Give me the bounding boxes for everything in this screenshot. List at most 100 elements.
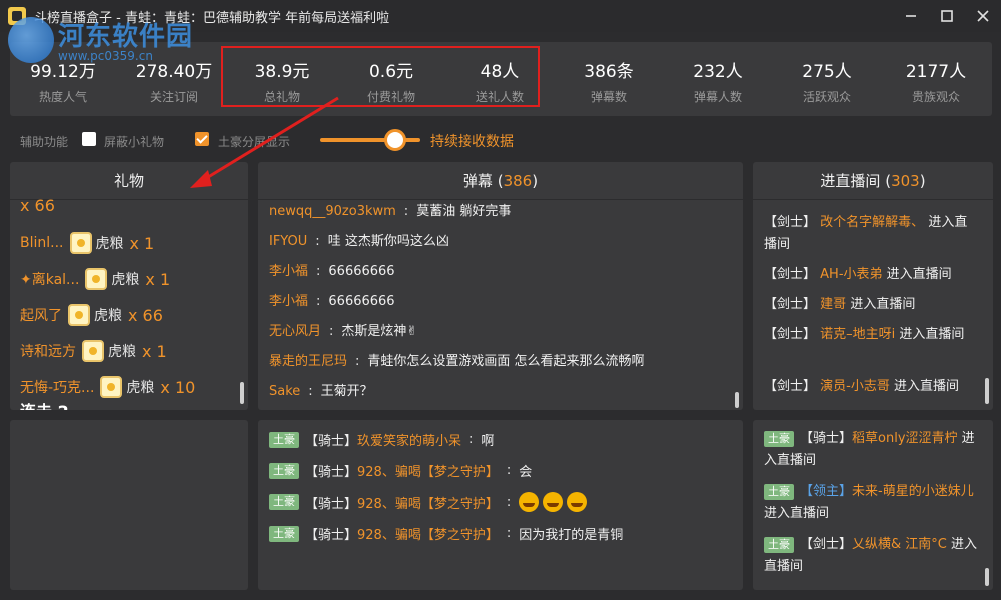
viewer-name[interactable]: AH-小表弟 [820, 267, 882, 282]
danmu-count: 386 [503, 172, 533, 190]
enter-scrollbar[interactable] [985, 378, 989, 404]
gift-count: x 66 [20, 195, 55, 215]
stat-label: 活跃观众 [802, 90, 851, 104]
annotation-highlight-box [221, 46, 540, 107]
rank-tag: 【剑士】 [764, 267, 817, 282]
viewer-name[interactable]: 928、骗喝【梦之守护】 [357, 493, 499, 512]
gift-panel: 礼物 x 66 Blinl... 虎粮 x 1 ✦离kal... 虎粮 x 1 … [10, 162, 248, 410]
list-item: 李小福:66666666 [269, 294, 395, 309]
stat-label: 弹幕人数 [693, 90, 742, 104]
danmu-scrollbar[interactable] [735, 392, 739, 408]
rank-tag: 【骑士】 [800, 431, 853, 446]
list-item: 土豪 【骑士】 928、骗喝【梦之守护】 : 会 [269, 461, 532, 480]
gift-count: x 1 [145, 269, 171, 289]
stat-label: 弹幕数 [590, 90, 627, 104]
chat-message: 杰斯是炫神✌ [341, 324, 418, 339]
tuhao-gift-panel [10, 420, 248, 590]
gift-user: Blinl... [20, 235, 64, 251]
close-button[interactable] [965, 0, 1001, 32]
assist-label: 辅助功能 [20, 135, 69, 149]
viewer-name[interactable]: 诺克–地主呀i [820, 327, 895, 342]
tiger-food-icon [82, 340, 104, 362]
maximize-icon [941, 10, 953, 22]
minimize-button[interactable] [893, 0, 929, 32]
list-item: 起风了 虎粮 x 66 [20, 300, 163, 330]
list-item: 无心风月: 杰斯是炫神✌ [269, 324, 418, 339]
stat-danmu-count: 386条 弹幕数 [559, 42, 659, 105]
tuhao-enter-scrollbar[interactable] [985, 568, 989, 586]
tuhao-badge: 土豪 [764, 431, 794, 447]
viewer-name[interactable]: 演员-小志哥 [820, 379, 890, 394]
rank-tag: 【骑士】 [305, 496, 358, 512]
danmu-panel-title: 弹幕 (386) [258, 162, 743, 200]
list-item: IFYOU: 哇 这杰斯你吗这么凶 [269, 234, 449, 249]
list-item: 李小福:66666666 [269, 264, 395, 279]
chat-user[interactable]: newqq__90zo3kwm [269, 204, 396, 219]
viewer-name[interactable]: 928、骗喝【梦之守护】 [357, 461, 499, 480]
rank-tag: 【剑士】 [764, 297, 817, 312]
list-item: 诗和远方 虎粮 x 1 [20, 336, 167, 366]
window-controls [893, 0, 1001, 32]
viewer-name[interactable]: 玖爱笑家的萌小呆 [357, 430, 461, 449]
chat-user[interactable]: IFYOU [269, 234, 307, 249]
chat-message: 莫蓄油 躺好完事 [416, 204, 512, 219]
list-item: 土豪 【骑士】 928、骗喝【梦之守护】 : 因为我打的是青铜 [269, 524, 623, 543]
tuhao-badge: 土豪 [269, 525, 299, 542]
block-small-gifts-checkbox[interactable] [82, 132, 96, 146]
rank-tag: 【剑士】 [764, 215, 817, 230]
receive-toggle-knob[interactable] [384, 129, 406, 151]
stat-active-viewers: 275人 活跃观众 [777, 42, 877, 105]
chat-message: 王菊开？ [320, 384, 373, 399]
laugh-emoji-icon [543, 492, 564, 512]
list-item: ✦离kal... 虎粮 x 1 [20, 264, 170, 294]
stat-value: 232人 [693, 62, 743, 82]
viewer-name[interactable]: 改个名字解解毒、 [820, 215, 924, 230]
list-item: newqq__90zo3kwm: 莫蓄油 躺好完事 [269, 204, 512, 219]
tuhao-enter-panel: 土豪 【骑士】稻草only涩涩青柠 进入直播间 土豪 【领主】未来-萌星的小迷妹儿 … [753, 420, 993, 590]
chat-user[interactable]: 李小福 [269, 294, 308, 309]
tuhao-badge: 土豪 [269, 431, 299, 448]
viewer-name[interactable]: 乂纵横& 江南°C [852, 537, 947, 552]
continuous-receive-label[interactable]: 持续接收数据 [430, 131, 514, 151]
chat-user[interactable]: Sake [269, 384, 300, 399]
enter-action: 进入直播间 [894, 379, 960, 394]
minimize-icon [906, 15, 916, 17]
viewer-name[interactable]: 928、骗喝【梦之守护】 [357, 524, 499, 543]
list-item: 土豪 【骑士】 玖爱笑家的萌小呆 : 啊 [269, 430, 494, 449]
chat-user[interactable]: 暴走的王尼玛 [269, 354, 347, 369]
chat-message: 会 [519, 465, 533, 480]
gift-count: x 66 [128, 305, 163, 325]
gift-name: 虎粮 [95, 236, 124, 252]
viewer-name[interactable]: 未来-萌星的小迷妹儿 [852, 484, 974, 499]
stat-heat: 99.12万 热度人气 [13, 42, 113, 105]
viewer-name[interactable]: 稻草only涩涩青柠 [852, 431, 958, 446]
gift-count: x 1 [142, 341, 167, 361]
tuhao-badge: 土豪 [269, 462, 299, 479]
rank-tag: 【骑士】 [305, 528, 358, 543]
gift-name: 虎粮 [108, 344, 136, 360]
block-small-gifts-label: 屏蔽小礼物 [104, 135, 165, 149]
tuhao-split-checkbox[interactable] [195, 132, 209, 146]
viewer-name[interactable]: 建哥 [820, 297, 846, 312]
stat-value: 275人 [802, 62, 852, 82]
enter-count: 303 [891, 172, 920, 190]
rank-tag: 【骑士】 [305, 465, 358, 480]
gift-scrollbar[interactable] [240, 382, 244, 404]
list-item: 【剑士】 演员-小志哥 进入直播间 [764, 376, 979, 398]
tiger-food-icon [100, 376, 123, 398]
list-item: 土豪 【领主】未来-萌星的小迷妹儿 进入直播间 [764, 481, 979, 525]
enter-panel-title: 进直播间 (303) [753, 162, 993, 200]
chat-user[interactable]: 无心风月 [269, 324, 321, 339]
chat-message: 66666666 [328, 294, 395, 309]
close-icon [977, 10, 989, 22]
danmu-panel: 弹幕 (386) newqq__90zo3kwm: 莫蓄油 躺好完事 IFYOU:… [258, 162, 743, 410]
rank-tag: 【骑士】 [305, 434, 358, 449]
chat-user[interactable]: 李小福 [269, 264, 308, 279]
maximize-button[interactable] [929, 0, 965, 32]
chat-message: 因为我打的是青铜 [519, 528, 624, 543]
enter-action: 进入直播间 [850, 297, 916, 312]
gift-name: 虎粮 [111, 272, 140, 288]
chat-message: 66666666 [328, 264, 395, 279]
list-item: x 66 [20, 195, 55, 215]
list-item: 【剑士】 建哥 进入直播间 [764, 294, 979, 316]
